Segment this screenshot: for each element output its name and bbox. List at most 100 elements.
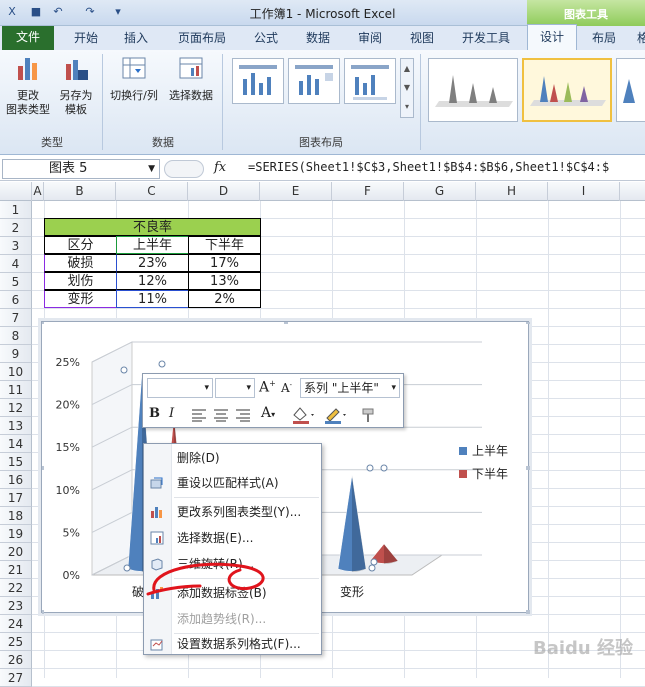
row-header[interactable]: 8 (0, 327, 32, 345)
shrink-font-icon[interactable]: A- (281, 381, 292, 395)
column-header-f[interactable]: F (332, 182, 404, 201)
row-header[interactable]: 27 (0, 669, 32, 687)
formula-input[interactable]: =SERIES(Sheet1!$C$3,Sheet1!$B$4:$B$6,She… (248, 160, 609, 174)
tab-file[interactable]: 文件 (2, 26, 54, 50)
outline-color-icon[interactable] (323, 405, 349, 425)
font-color-icon[interactable]: A▾ (261, 405, 275, 421)
chart-style-2-selected[interactable] (522, 58, 612, 122)
row-header[interactable]: 4 (0, 255, 32, 273)
table-cell[interactable]: 破损 (44, 254, 117, 272)
menu-change-series-type[interactable]: 更改系列图表类型(Y)... (144, 501, 321, 523)
tab-view[interactable]: 视图 (404, 30, 440, 50)
row-header[interactable]: 19 (0, 525, 32, 543)
select-all-corner[interactable] (0, 182, 32, 201)
font-name-dropdown[interactable]: ▾ (147, 378, 213, 398)
tab-insert[interactable]: 插入 (118, 30, 154, 50)
table-title-cell[interactable]: 不良率 (44, 218, 261, 236)
table-cell[interactable]: 13% (188, 272, 261, 290)
chart-layout-3[interactable] (344, 58, 396, 104)
column-header-c[interactable]: C (116, 182, 188, 201)
bold-icon[interactable]: B (149, 406, 160, 421)
table-header-cell[interactable]: 区分 (44, 236, 117, 254)
chart-layout-2[interactable] (288, 58, 340, 104)
format-painter-icon[interactable] (359, 405, 379, 425)
column-header-e[interactable]: E (260, 182, 332, 201)
align-right-icon[interactable] (235, 408, 251, 422)
row-header[interactable]: 20 (0, 543, 32, 561)
row-header[interactable]: 21 (0, 561, 32, 579)
row-header[interactable]: 16 (0, 471, 32, 489)
table-cell[interactable]: 12% (116, 272, 189, 290)
column-header-b[interactable]: B (44, 182, 116, 201)
name-box[interactable]: 图表 5▼ (2, 159, 160, 179)
tab-design[interactable]: 设计 (527, 24, 577, 50)
chart-layout-1[interactable] (232, 58, 284, 104)
table-cell[interactable]: 23% (116, 254, 189, 272)
save-as-template-button[interactable]: 另存为 模板 (54, 54, 98, 117)
row-header[interactable]: 1 (0, 201, 32, 219)
grow-font-icon[interactable]: A+ (259, 379, 276, 396)
table-cell[interactable]: 变形 (44, 290, 117, 308)
row-header[interactable]: 6 (0, 291, 32, 309)
row-header[interactable]: 18 (0, 507, 32, 525)
column-header-a[interactable]: A (32, 182, 44, 201)
tab-format[interactable]: 格 (633, 30, 645, 50)
select-data-button[interactable]: 选择数据 (164, 54, 218, 103)
font-size-dropdown[interactable]: ▾ (215, 378, 255, 398)
row-header[interactable]: 17 (0, 489, 32, 507)
series-selector[interactable]: 系列 "上半年"▾ (300, 378, 400, 398)
table-header-cell[interactable]: 上半年 (116, 236, 189, 254)
table-cell[interactable]: 17% (188, 254, 261, 272)
change-chart-type-button[interactable]: 更改 图表类型 (4, 54, 52, 117)
tab-developer[interactable]: 开发工具 (456, 30, 516, 50)
row-header[interactable]: 25 (0, 633, 32, 651)
menu-add-trendline[interactable]: 添加趋势线(R)... (144, 608, 321, 630)
align-left-icon[interactable] (191, 408, 207, 422)
row-header[interactable]: 5 (0, 273, 32, 291)
italic-icon[interactable]: I (169, 406, 174, 421)
row-header[interactable]: 22 (0, 579, 32, 597)
row-header[interactable]: 3 (0, 237, 32, 255)
row-header[interactable]: 10 (0, 363, 32, 381)
menu-delete[interactable]: 删除(D) (144, 447, 321, 469)
row-header[interactable]: 24 (0, 615, 32, 633)
table-cell[interactable]: 11% (116, 290, 189, 308)
tab-layout[interactable]: 布局 (586, 30, 622, 50)
align-center-icon[interactable] (213, 408, 229, 422)
row-header[interactable]: 13 (0, 417, 32, 435)
row-header[interactable]: 26 (0, 651, 32, 669)
formula-bar-splitter[interactable] (164, 160, 204, 178)
tab-data[interactable]: 数据 (300, 30, 336, 50)
row-header[interactable]: 11 (0, 381, 32, 399)
row-header[interactable]: 12 (0, 399, 32, 417)
menu-reset-style[interactable]: 重设以匹配样式(A) (144, 472, 321, 494)
table-cell[interactable]: 2% (188, 290, 261, 308)
row-header[interactable]: 9 (0, 345, 32, 363)
fill-color-icon[interactable] (291, 405, 317, 425)
column-header-g[interactable]: G (404, 182, 476, 201)
series-dropdown-icon[interactable]: ▾ (391, 379, 396, 397)
menu-select-data[interactable]: 选择数据(E)... (144, 527, 321, 549)
tab-home[interactable]: 开始 (68, 30, 104, 50)
insert-function-icon[interactable]: fx (214, 160, 226, 175)
name-box-dropdown-icon[interactable]: ▼ (148, 160, 155, 178)
tab-page-layout[interactable]: 页面布局 (172, 30, 232, 50)
menu-format-data-series[interactable]: 设置数据系列格式(F)... (144, 633, 321, 655)
row-header[interactable]: 23 (0, 597, 32, 615)
table-cell[interactable]: 划伤 (44, 272, 117, 290)
tab-review[interactable]: 审阅 (352, 30, 388, 50)
tab-formulas[interactable]: 公式 (248, 30, 284, 50)
chart-frame-handle (42, 466, 44, 470)
row-header[interactable]: 7 (0, 309, 32, 327)
switch-row-column-button[interactable]: 切换行/列 (106, 54, 162, 103)
row-header[interactable]: 15 (0, 453, 32, 471)
column-header-d[interactable]: D (188, 182, 260, 201)
chart-style-1[interactable] (428, 58, 518, 122)
row-header[interactable]: 2 (0, 219, 32, 237)
column-header-h[interactable]: H (476, 182, 548, 201)
column-header-i[interactable]: I (548, 182, 620, 201)
layout-gallery-scroll[interactable]: ▲▼▾ (400, 58, 414, 118)
chart-style-3[interactable] (616, 58, 645, 122)
table-header-cell[interactable]: 下半年 (188, 236, 261, 254)
row-header[interactable]: 14 (0, 435, 32, 453)
